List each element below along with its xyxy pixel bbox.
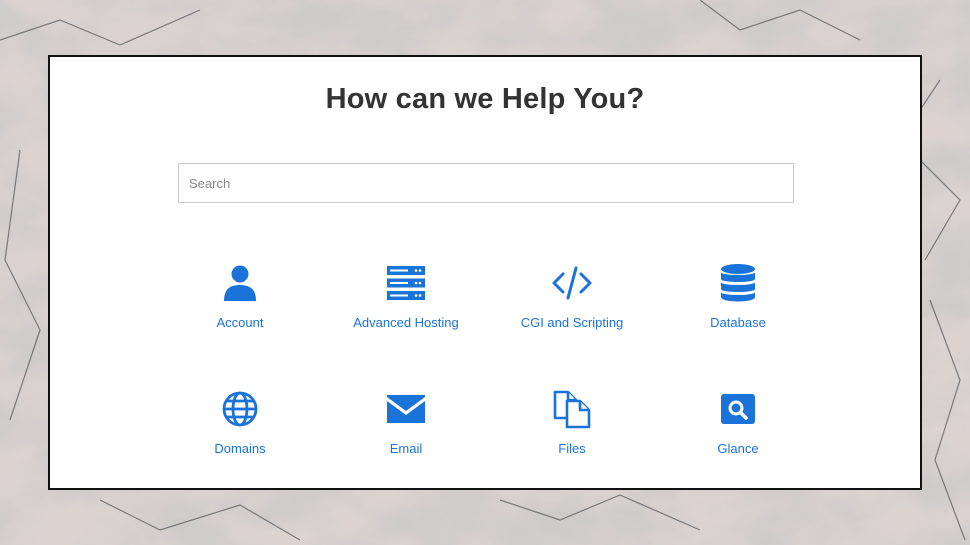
page-title: How can we Help You?: [325, 83, 645, 115]
category-label: CGI and Scripting: [520, 315, 624, 330]
category-label: Files: [558, 441, 586, 456]
category-database[interactable]: Database: [653, 263, 823, 343]
search-icon: [718, 389, 758, 429]
category-email[interactable]: Email: [321, 389, 491, 469]
files-icon: [552, 389, 592, 429]
category-domains[interactable]: Domains: [155, 389, 325, 469]
category-account[interactable]: Account: [155, 263, 325, 343]
category-label: Account: [216, 315, 264, 330]
category-label: Domains: [214, 441, 266, 456]
category-advanced-hosting[interactable]: Advanced Hosting: [321, 263, 491, 343]
category-label: Email: [389, 441, 423, 456]
database-icon: [718, 263, 758, 303]
category-cgi-scripting[interactable]: CGI and Scripting: [487, 263, 657, 343]
search-input[interactable]: [178, 163, 794, 203]
server-icon: [386, 263, 426, 303]
globe-icon: [220, 389, 260, 429]
user-icon: [220, 263, 260, 303]
category-label: Glance: [717, 441, 759, 456]
category-files[interactable]: Files: [487, 389, 657, 469]
code-icon: [552, 263, 592, 303]
help-panel: How can we Help You? Account Advanced Ho…: [48, 55, 922, 490]
category-label: Advanced Hosting: [353, 315, 459, 330]
category-label: Database: [710, 315, 766, 330]
category-glance[interactable]: Glance: [653, 389, 823, 469]
envelope-icon: [386, 389, 426, 429]
